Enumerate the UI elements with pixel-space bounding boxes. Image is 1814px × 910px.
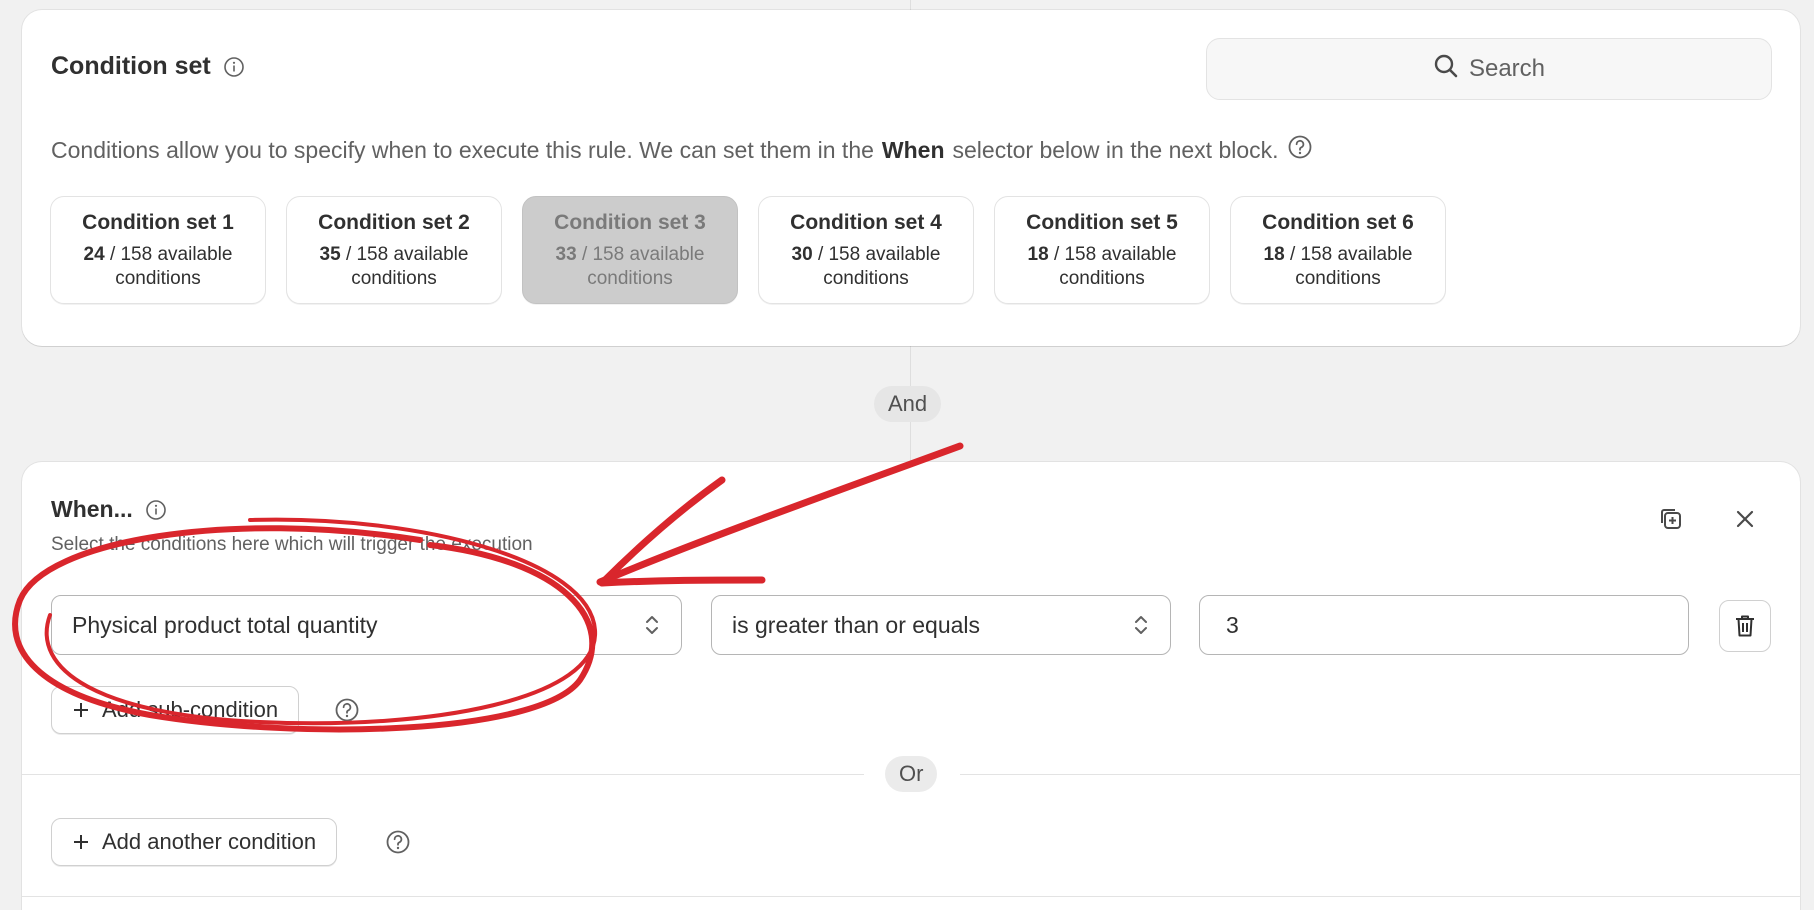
condition-set-item-3[interactable]: Condition set 3 33 / 158 available conditi…	[522, 196, 738, 304]
condition-set-name: Condition set 2	[318, 211, 470, 234]
operator-select[interactable]: is greater than or equals	[711, 595, 1171, 655]
close-button[interactable]	[1728, 502, 1762, 536]
plus-icon	[74, 703, 88, 717]
delete-condition-button[interactable]	[1719, 600, 1771, 652]
info-icon[interactable]	[223, 56, 245, 78]
condition-set-count: 24 / 158 available conditions	[83, 244, 233, 289]
search-button[interactable]: Search	[1206, 38, 1772, 100]
duplicate-button[interactable]	[1654, 502, 1688, 536]
help-icon[interactable]	[332, 695, 362, 725]
search-label: Search	[1468, 55, 1546, 82]
condition-set-count: 30 / 158 available conditions	[791, 244, 941, 289]
and-connector: And	[874, 386, 942, 422]
divider	[22, 774, 864, 775]
condition-set-item-5[interactable]: Condition set 5 18 / 158 available conditi…	[994, 196, 1210, 304]
when-card: When... Select the conditions here which…	[22, 462, 1800, 910]
condition-set-item-6[interactable]: Condition set 6 18 / 158 available conditi…	[1230, 196, 1446, 304]
condition-set-name: Condition set 6	[1262, 211, 1414, 234]
trash-icon	[1736, 615, 1754, 637]
condition-set-item-1[interactable]: Condition set 1 24 / 158 available conditi…	[50, 196, 266, 304]
duplicate-icon	[1661, 509, 1681, 529]
or-connector: Or	[885, 756, 938, 792]
condition-value-input[interactable]	[1199, 595, 1689, 655]
condition-set-count: 18 / 158 available conditions	[1027, 244, 1177, 289]
divider	[960, 774, 1800, 775]
condition-set-name: Condition set 3	[554, 211, 706, 234]
condition-set-item-4[interactable]: Condition set 4 30 / 158 available conditi…	[758, 196, 974, 304]
condition-set-count: 33 / 158 available conditions	[555, 244, 705, 289]
search-icon	[1433, 53, 1459, 86]
help-icon[interactable]	[383, 827, 413, 857]
when-title: When...	[51, 496, 167, 523]
chevron-up-down-icon	[1135, 616, 1147, 634]
add-another-condition-button[interactable]: Add another condition	[51, 818, 338, 866]
info-icon[interactable]	[145, 499, 167, 521]
when-subtitle: Select the conditions here which will tr…	[51, 534, 533, 555]
chevron-up-down-icon	[646, 616, 658, 634]
condition-set-item-2[interactable]: Condition set 2 35 / 158 available conditi…	[286, 196, 502, 304]
condition-field-select[interactable]: Physical product total quantity	[51, 595, 682, 655]
condition-set-name: Condition set 5	[1026, 211, 1178, 234]
condition-set-title: Condition set	[51, 52, 245, 81]
help-icon[interactable]	[1287, 134, 1313, 166]
condition-set-name: Condition set 1	[82, 211, 234, 234]
condition-set-description: Conditions allow you to specify when to …	[51, 134, 1313, 166]
condition-set-count: 18 / 158 available conditions	[1263, 244, 1413, 289]
condition-set-card: Condition set Search Conditions allow yo…	[22, 10, 1800, 346]
add-sub-condition-button[interactable]: Add sub-condition	[51, 686, 300, 734]
divider	[22, 896, 1800, 897]
plus-icon	[74, 835, 88, 849]
close-icon	[1736, 510, 1754, 528]
condition-set-list: Condition set 1 24 / 158 available conditi…	[50, 196, 1446, 304]
condition-set-count: 35 / 158 available conditions	[319, 244, 469, 289]
condition-set-name: Condition set 4	[790, 211, 942, 234]
